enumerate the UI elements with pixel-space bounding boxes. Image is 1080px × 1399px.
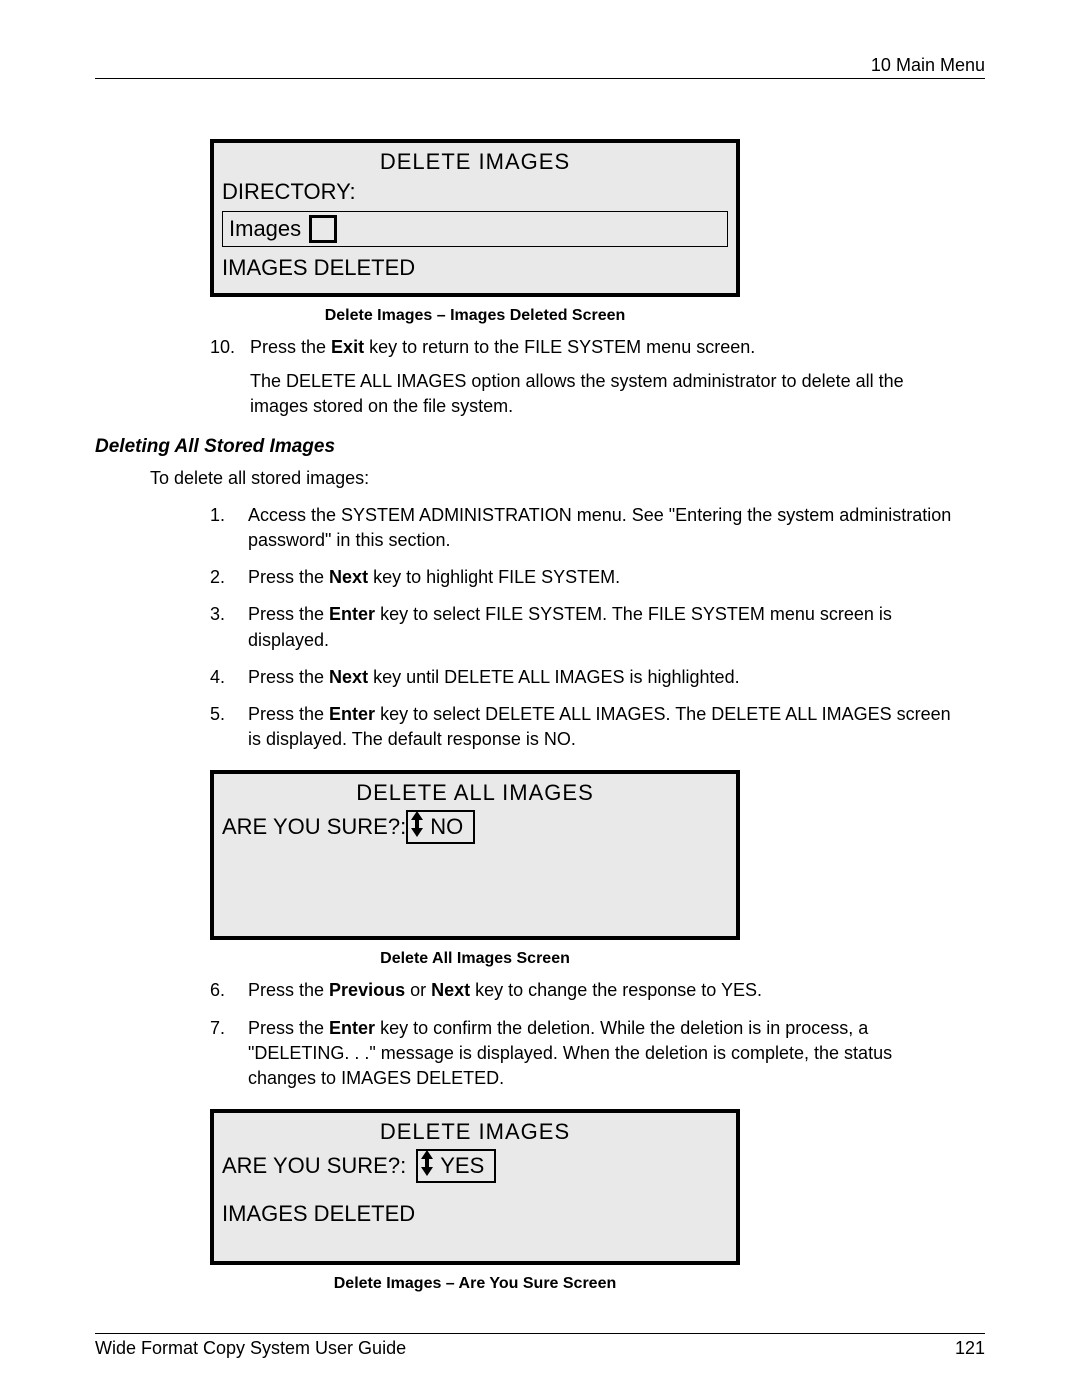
step-number: 2.	[210, 565, 234, 590]
step-number: 7.	[210, 1016, 234, 1092]
step-text: Press the Previous or Next key to change…	[248, 978, 762, 1003]
step-text: Press the Next key until DELETE ALL IMAG…	[248, 665, 740, 690]
page-footer: Wide Format Copy System User Guide 121	[95, 1333, 985, 1359]
panel2-title: DELETE ALL IMAGES	[222, 778, 728, 808]
screen-delete-all-images: DELETE ALL IMAGES ARE YOU SURE?: NO	[210, 770, 740, 940]
intro-text: To delete all stored images:	[150, 468, 985, 489]
step-text: Press the Enter key to select DELETE ALL…	[248, 702, 965, 752]
step-10-text: Press the Exit key to return to the FILE…	[250, 335, 755, 359]
step-text: Press the Enter key to select FILE SYSTE…	[248, 602, 965, 652]
caption-3: Delete Images – Are You Sure Screen	[210, 1275, 740, 1293]
list-item: 3. Press the Enter key to select FILE SYS…	[210, 602, 965, 652]
steps-list-b: 6. Press the Previous or Next key to chan…	[210, 978, 965, 1091]
panel3-are-label: ARE YOU SURE?:	[222, 1153, 406, 1179]
screen-delete-images-are-you-sure: DELETE IMAGES ARE YOU SURE?: YES IMAGES …	[210, 1109, 740, 1265]
panel1-title: DELETE IMAGES	[222, 147, 728, 177]
step-number: 1.	[210, 503, 234, 553]
list-item: 7.Press the Enter key to confirm the del…	[210, 1016, 965, 1092]
panel1-status: IMAGES DELETED	[222, 253, 728, 283]
header-right: 10 Main Menu	[871, 55, 985, 75]
caption-2: Delete All Images Screen	[210, 950, 740, 968]
panel2-value: NO	[430, 814, 463, 840]
panel1-directory-label: DIRECTORY:	[222, 177, 728, 207]
panel2-value-box: NO	[406, 810, 475, 844]
footer-left: Wide Format Copy System User Guide	[95, 1338, 406, 1359]
panel3-value: YES	[440, 1153, 484, 1179]
panel2-are-label: ARE YOU SURE?:	[222, 814, 406, 840]
caption-1: Delete Images – Images Deleted Screen	[210, 307, 740, 325]
list-item: 4. Press the Next key until DELETE ALL IM…	[210, 665, 965, 690]
panel3-value-box: YES	[416, 1149, 496, 1183]
list-item: 5. Press the Enter key to select DELETE A…	[210, 702, 965, 752]
panel1-images-label: Images	[229, 216, 301, 242]
step-number: 4.	[210, 665, 234, 690]
up-down-arrow-icon	[420, 1150, 434, 1182]
section-heading: Deleting All Stored Images	[95, 436, 985, 458]
step-text: Press the Next key to highlight FILE SYS…	[248, 565, 620, 590]
checkbox-icon	[309, 215, 337, 243]
footer-page-number: 121	[955, 1338, 985, 1359]
steps-list-a: 1. Access the SYSTEM ADMINISTRATION menu.…	[210, 503, 965, 753]
panel3-status: IMAGES DELETED	[222, 1199, 728, 1229]
step-text: Press the Enter key to confirm the delet…	[248, 1016, 965, 1092]
step-number: 5.	[210, 702, 234, 752]
step-number: 3.	[210, 602, 234, 652]
list-item: 2. Press the Next key to highlight FILE S…	[210, 565, 965, 590]
step-10: 10. Press the Exit key to return to the …	[210, 335, 965, 359]
list-item: 1. Access the SYSTEM ADMINISTRATION menu.…	[210, 503, 965, 553]
list-item: 6. Press the Previous or Next key to chan…	[210, 978, 965, 1003]
panel3-title: DELETE IMAGES	[222, 1117, 728, 1147]
panel2-are-you-sure: ARE YOU SURE?: NO	[222, 808, 728, 846]
screen-delete-images-deleted: DELETE IMAGES DIRECTORY: Images IMAGES D…	[210, 139, 740, 297]
step-text: Access the SYSTEM ADMINISTRATION menu. S…	[248, 503, 965, 553]
panel1-images-entry: Images	[222, 211, 728, 247]
page-header: 10 Main Menu	[95, 55, 985, 79]
up-down-arrow-icon	[410, 811, 424, 843]
step-10-number: 10.	[210, 335, 240, 359]
step-10-paragraph: The DELETE ALL IMAGES option allows the …	[250, 369, 965, 418]
step-number: 6.	[210, 978, 234, 1003]
panel3-are-you-sure: ARE YOU SURE?: YES	[222, 1147, 728, 1185]
